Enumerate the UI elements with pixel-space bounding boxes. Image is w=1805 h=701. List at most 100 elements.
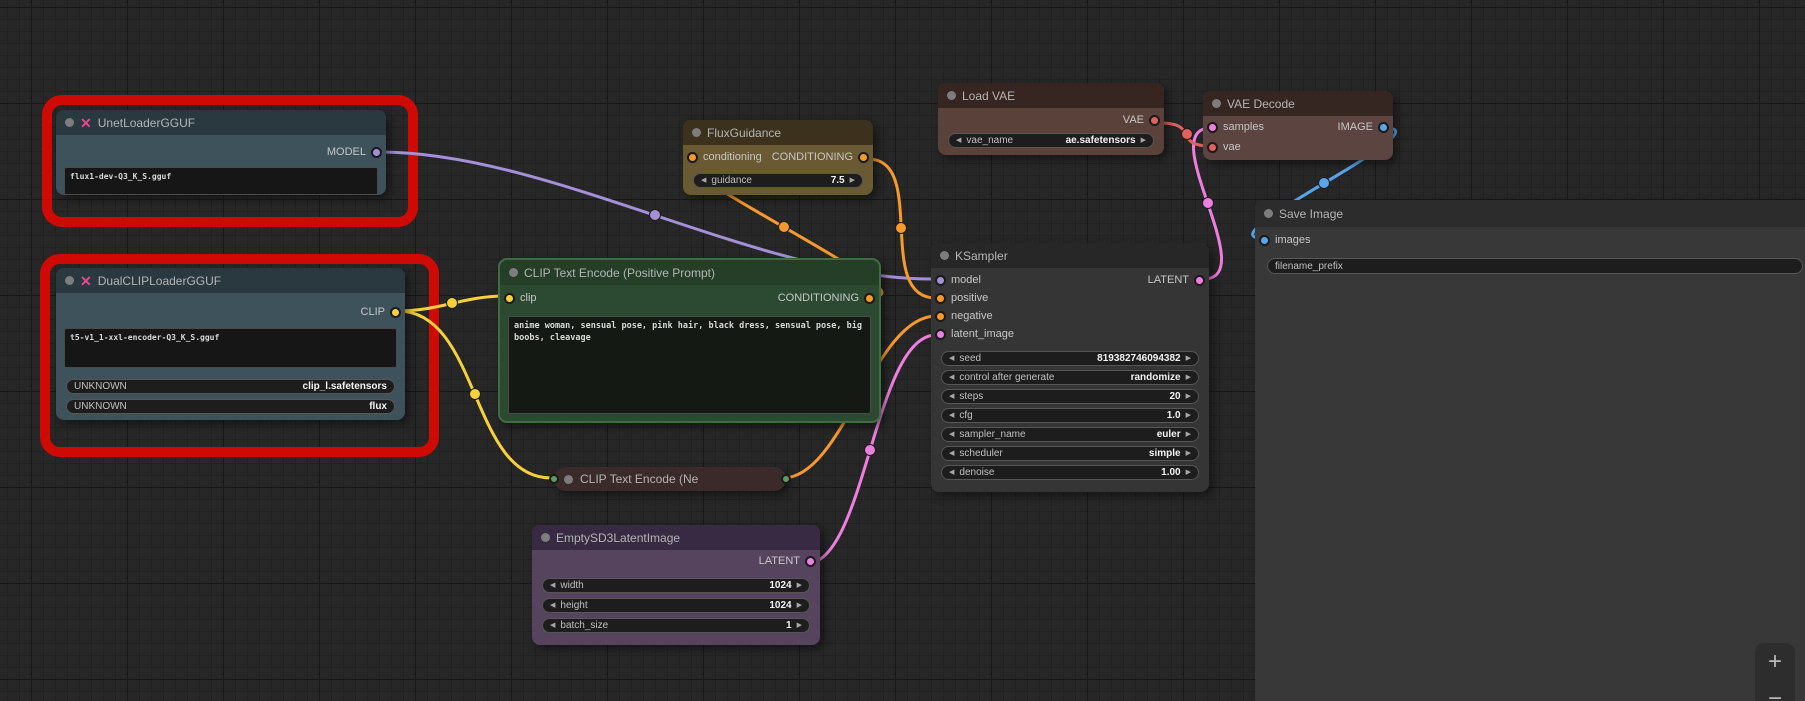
node-clip-text-encode-negative-collapsed[interactable]: CLIP Text Encode (Ne (549, 467, 791, 491)
clip-name2-widget[interactable]: UNKNOWN clip_l.safetensors (66, 379, 395, 394)
clip-type-widget[interactable]: UNKNOWN flux (66, 399, 395, 414)
scheduler-widget[interactable]: ◀ scheduler simple ▶ (941, 446, 1199, 461)
conditioning-input-slot[interactable] (687, 151, 698, 163)
node-vae-decode[interactable]: VAE Decode samples IMAGE vae (1203, 91, 1393, 160)
link-midpoint-image[interactable] (1318, 177, 1330, 189)
decrement-arrow-icon[interactable]: ◀ (949, 412, 954, 419)
sampler-name-widget[interactable]: ◀ sampler_name euler ▶ (941, 427, 1199, 442)
decrement-arrow-icon[interactable]: ◀ (949, 374, 954, 381)
decrement-arrow-icon[interactable]: ◀ (550, 622, 555, 629)
node-title-bar[interactable]: FluxGuidance (683, 120, 873, 145)
negative-input-slot[interactable] (935, 310, 946, 322)
node-title-bar[interactable]: EmptySD3LatentImage (532, 525, 820, 550)
node-dualcliploadergguf[interactable]: ✕ DualCLIPLoaderGGUF CLIP t5-v1_1-xxl-en… (56, 268, 405, 420)
collapse-dot-icon[interactable] (65, 276, 74, 285)
collapsed-output-slot[interactable] (781, 474, 791, 484)
filename-prefix-widget[interactable]: filename_prefix (1267, 258, 1803, 274)
increment-arrow-icon[interactable]: ▶ (797, 602, 802, 609)
model-input-slot[interactable] (935, 274, 946, 286)
decrement-arrow-icon[interactable]: ◀ (949, 355, 954, 362)
node-title-bar[interactable]: ✕ UnetLoaderGGUF (56, 110, 386, 135)
cfg-widget[interactable]: ◀ cfg 1.0 ▶ (941, 408, 1199, 423)
link-midpoint-vae[interactable] (1181, 128, 1193, 140)
collapse-dot-icon[interactable] (947, 91, 956, 100)
decrement-arrow-icon[interactable]: ◀ (949, 469, 954, 476)
steps-widget[interactable]: ◀ steps 20 ▶ (941, 389, 1199, 404)
increment-arrow-icon[interactable]: ▶ (1186, 393, 1191, 400)
conditioning-output-slot[interactable] (858, 151, 869, 163)
seed-widget[interactable]: ◀ seed 819382746094382 ▶ (941, 351, 1199, 366)
latent-output-slot[interactable] (1194, 274, 1205, 286)
clip-output-slot[interactable] (390, 306, 401, 318)
increment-arrow-icon[interactable]: ▶ (797, 622, 802, 629)
guidance-widget[interactable]: ◀ guidance 7.5 ▶ (693, 173, 863, 188)
decrement-arrow-icon[interactable]: ◀ (949, 431, 954, 438)
node-title-bar[interactable]: CLIP Text Encode (Positive Prompt) (500, 260, 879, 285)
increment-arrow-icon[interactable]: ▶ (1141, 137, 1146, 144)
increment-arrow-icon[interactable]: ▶ (1186, 469, 1191, 476)
zoom-out-button[interactable]: − (1755, 680, 1795, 701)
link-midpoint-flux-positive[interactable] (895, 222, 907, 234)
collapse-dot-icon[interactable] (1212, 99, 1221, 108)
increment-arrow-icon[interactable]: ▶ (797, 582, 802, 589)
decrement-arrow-icon[interactable]: ◀ (550, 602, 555, 609)
conditioning-output-slot[interactable] (864, 292, 875, 304)
node-clip-text-encode-positive[interactable]: CLIP Text Encode (Positive Prompt) clip … (498, 258, 881, 423)
vae-output-slot[interactable] (1149, 114, 1160, 126)
control-after-generate-widget[interactable]: ◀ control after generate randomize ▶ (941, 370, 1199, 385)
node-title-bar[interactable]: VAE Decode (1203, 91, 1393, 116)
increment-arrow-icon[interactable]: ▶ (1186, 355, 1191, 362)
clip-name-textbox[interactable]: t5-v1_1-xxl-encoder-Q3_K_S.gguf (64, 328, 397, 368)
increment-arrow-icon[interactable]: ▶ (1186, 431, 1191, 438)
node-ksampler[interactable]: KSampler model LATENT positive negative … (931, 243, 1209, 492)
vae-name-widget[interactable]: ◀ vae_name ae.safetensors ▶ (948, 133, 1154, 148)
node-save-image[interactable]: Save Image images filename_prefix (1255, 200, 1805, 701)
collapse-dot-icon[interactable] (65, 118, 74, 127)
model-output-slot[interactable] (371, 146, 382, 158)
node-unetloadergguf[interactable]: ✕ UnetLoaderGGUF MODEL flux1-dev-Q3_K_S.… (56, 110, 386, 195)
collapse-dot-icon[interactable] (692, 128, 701, 137)
link-midpoint-model[interactable] (649, 209, 661, 221)
denoise-widget[interactable]: ◀ denoise 1.00 ▶ (941, 465, 1199, 480)
images-input-slot[interactable] (1259, 234, 1270, 246)
collapse-dot-icon[interactable] (940, 251, 949, 260)
node-load-vae[interactable]: Load VAE VAE ◀ vae_name ae.safetensors ▶ (938, 83, 1164, 155)
collapse-dot-icon[interactable] (564, 474, 573, 484)
decrement-arrow-icon[interactable]: ◀ (949, 450, 954, 457)
vae-input-slot[interactable] (1207, 141, 1218, 153)
increment-arrow-icon[interactable]: ▶ (1186, 374, 1191, 381)
clip-input-slot[interactable] (504, 292, 515, 304)
decrement-arrow-icon[interactable]: ◀ (701, 177, 706, 184)
height-widget[interactable]: ◀ height 1024 ▶ (542, 598, 810, 613)
decrement-arrow-icon[interactable]: ◀ (956, 137, 961, 144)
positive-input-slot[interactable] (935, 292, 946, 304)
zoom-in-button[interactable]: + (1755, 643, 1795, 680)
collapsed-input-slot[interactable] (549, 474, 559, 484)
latent-output-slot[interactable] (805, 555, 816, 567)
prompt-textarea[interactable]: anime woman, sensual pose, pink hair, bl… (508, 316, 871, 414)
node-title-bar[interactable]: Save Image (1255, 200, 1805, 227)
increment-arrow-icon[interactable]: ▶ (850, 177, 855, 184)
decrement-arrow-icon[interactable]: ◀ (949, 393, 954, 400)
link-midpoint-conditioning-flux[interactable] (778, 221, 790, 233)
node-title-bar[interactable]: KSampler (931, 243, 1209, 268)
link-midpoint-clip-positive[interactable] (446, 297, 458, 309)
samples-input-slot[interactable] (1207, 121, 1218, 133)
latent-image-input-slot[interactable] (935, 328, 946, 340)
unet-name-textbox[interactable]: flux1-dev-Q3_K_S.gguf (64, 167, 378, 195)
collapse-dot-icon[interactable] (1264, 209, 1273, 218)
increment-arrow-icon[interactable]: ▶ (1186, 450, 1191, 457)
batch-size-widget[interactable]: ◀ batch_size 1 ▶ (542, 618, 810, 633)
node-title-bar[interactable]: Load VAE (938, 83, 1164, 108)
collapse-dot-icon[interactable] (509, 268, 518, 277)
node-graph-canvas[interactable]: ✕ UnetLoaderGGUF MODEL flux1-dev-Q3_K_S.… (0, 0, 1805, 701)
node-title-bar[interactable]: ✕ DualCLIPLoaderGGUF (56, 268, 405, 293)
link-midpoint-samples[interactable] (1202, 197, 1214, 209)
image-output-slot[interactable] (1378, 121, 1389, 133)
decrement-arrow-icon[interactable]: ◀ (550, 582, 555, 589)
width-widget[interactable]: ◀ width 1024 ▶ (542, 578, 810, 593)
link-midpoint-latent[interactable] (864, 444, 876, 456)
node-empty-sd3-latent-image[interactable]: EmptySD3LatentImage LATENT ◀ width 1024 … (532, 525, 820, 645)
node-fluxguidance[interactable]: FluxGuidance conditioning CONDITIONING ◀… (683, 120, 873, 195)
link-midpoint-clip-negative[interactable] (469, 388, 481, 400)
